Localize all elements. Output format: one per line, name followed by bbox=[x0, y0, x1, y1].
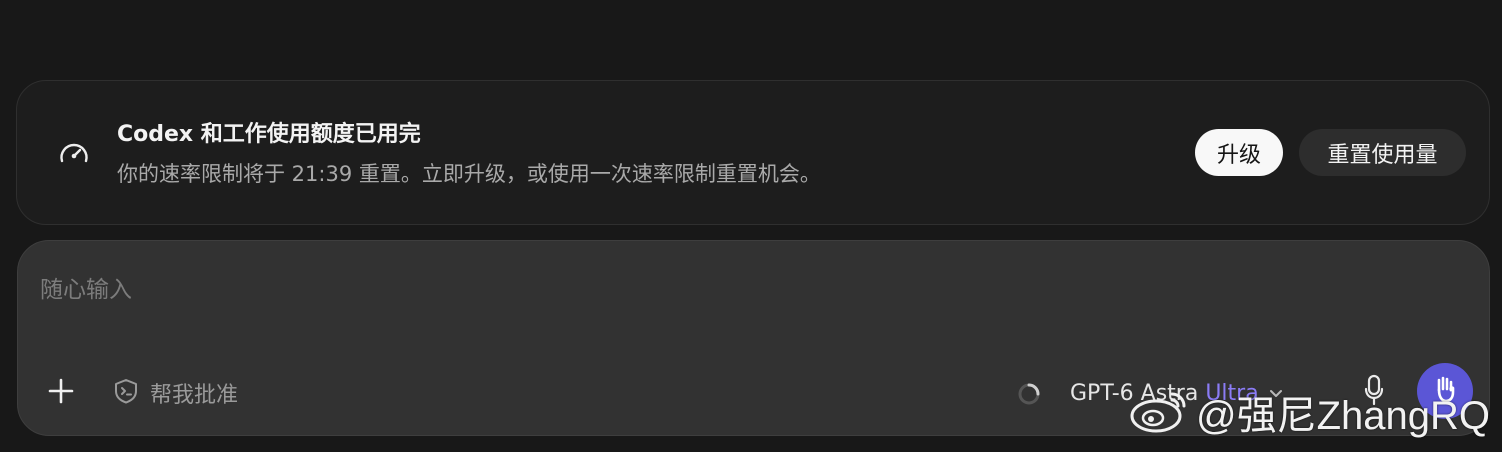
watermark: @强尼ZhangRQ bbox=[1128, 384, 1490, 440]
loading-spinner-icon bbox=[1017, 382, 1041, 406]
upgrade-button[interactable]: 升级 bbox=[1195, 129, 1283, 176]
speedometer-icon bbox=[57, 139, 91, 169]
shield-terminal-icon bbox=[112, 377, 140, 409]
add-attachment-button[interactable] bbox=[41, 374, 81, 412]
approval-mode-button[interactable]: 帮我批准 bbox=[112, 374, 238, 412]
plus-icon bbox=[48, 378, 74, 408]
approval-mode-label: 帮我批准 bbox=[150, 383, 239, 408]
message-input[interactable] bbox=[40, 268, 1040, 312]
banner-description: 你的速率限制将于 21:39 重置。立即升级，或使用一次速率限制重置机会。 bbox=[117, 162, 821, 186]
app-window: Codex 和工作使用额度已用完 你的速率限制将于 21:39 重置。立即升级，… bbox=[0, 0, 1502, 452]
reset-usage-button[interactable]: 重置使用量 bbox=[1299, 129, 1466, 176]
watermark-text: @强尼ZhangRQ bbox=[1196, 394, 1491, 438]
banner-title: Codex 和工作使用额度已用完 bbox=[117, 122, 421, 147]
weibo-icon bbox=[1128, 386, 1192, 438]
